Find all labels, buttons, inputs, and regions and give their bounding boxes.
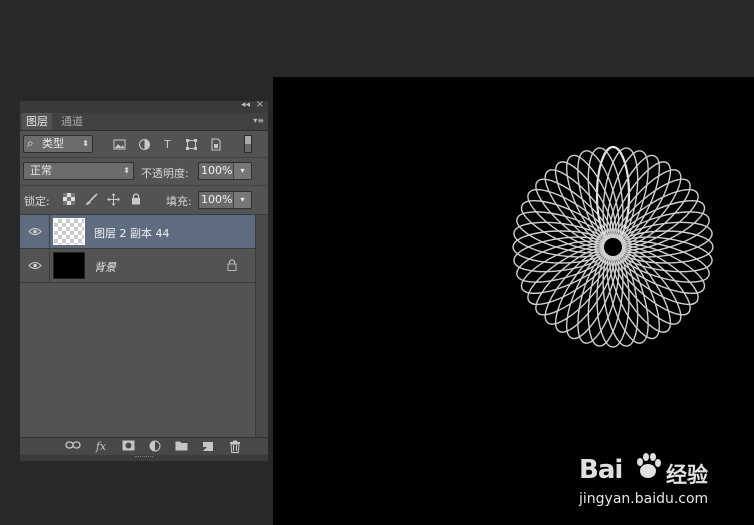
lock-label: 锁定: (24, 195, 50, 208)
chevron-updown-icon: ⬍ (82, 139, 89, 148)
delete-layer-icon[interactable] (227, 440, 243, 454)
watermark-jingyan-text: 经验 (666, 463, 708, 487)
watermark-url: jingyan.baidu.com (579, 491, 709, 507)
adjustment-layer-icon[interactable] (147, 440, 163, 454)
lock-position-icon[interactable] (107, 193, 120, 206)
layer-thumbnail[interactable] (53, 218, 85, 245)
new-layer-icon[interactable] (200, 440, 216, 454)
filter-toggle-switch[interactable] (244, 135, 252, 153)
layer-visibility-toggle[interactable] (20, 249, 50, 282)
fx-icon[interactable]: fx (93, 440, 109, 454)
panel-menu-icon[interactable]: ▾≡ (253, 116, 264, 125)
image-filter-icon[interactable] (113, 138, 126, 151)
filter-kind-label: 类型 (42, 137, 64, 150)
eye-icon (28, 262, 42, 269)
panel-resize-grip[interactable] (20, 455, 268, 461)
panel-titlebar[interactable]: ◂◂ × (20, 99, 268, 113)
baidu-jingyan-watermark: Bai 经验 jingyan.baidu.com (573, 449, 754, 525)
layers-list: 图层 2 副本 44 背景 (20, 215, 255, 437)
layer-name[interactable]: 图层 2 副本 44 (94, 225, 170, 241)
eye-icon (28, 228, 42, 235)
blend-mode-select[interactable]: 正常 ⬍ (23, 162, 134, 180)
type-filter-icon[interactable]: T (161, 138, 174, 151)
opacity-label: 不透明度: (141, 167, 189, 180)
smart-object-filter-icon[interactable] (209, 138, 222, 151)
fill-label: 填充: (166, 195, 192, 208)
opacity-dropdown-icon[interactable]: ▾ (233, 163, 251, 179)
layers-scrollbar[interactable] (255, 215, 268, 437)
blend-mode-value: 正常 (30, 164, 52, 177)
add-mask-icon[interactable] (120, 440, 136, 454)
fill-field[interactable]: 100% ▾ (198, 191, 252, 209)
layer-row[interactable]: 图层 2 副本 44 (20, 215, 255, 249)
blend-row: 正常 ⬍ 不透明度: 100% ▾ (20, 158, 268, 186)
layer-name[interactable]: 背景 (94, 259, 116, 275)
adjustment-filter-icon[interactable] (138, 138, 151, 151)
lock-image-pixels-icon[interactable] (85, 193, 98, 206)
watermark-logo-text: Bai (579, 455, 623, 485)
shape-filter-icon[interactable] (185, 138, 198, 151)
chevron-updown-icon: ⬍ (123, 166, 130, 175)
fill-dropdown-icon[interactable]: ▾ (233, 192, 251, 208)
tab-layers[interactable]: 图层 (22, 113, 52, 130)
new-group-icon[interactable] (173, 440, 189, 454)
layer-row[interactable]: 背景 (20, 249, 255, 283)
filter-kind-select[interactable]: ⌕ 类型 ⬍ (23, 135, 93, 153)
spirograph-artwork (512, 145, 714, 348)
panel-tabs: 图层 通道 ▾≡ (20, 113, 268, 131)
tab-channels[interactable]: 通道 (57, 113, 87, 130)
layer-lock-icon (227, 259, 237, 271)
layers-panel: ◂◂ × 图层 通道 ▾≡ ⌕ 类型 ⬍ T 正常 ⬍ 不透明度: 100% ▾… (19, 99, 269, 462)
lock-row: 锁定: 填充: 100% ▾ (20, 186, 268, 215)
lock-all-icon[interactable] (129, 193, 142, 206)
search-icon: ⌕ (27, 136, 34, 150)
document-canvas[interactable]: Bai 经验 jingyan.baidu.com (273, 77, 754, 525)
baidu-paw-icon (637, 453, 661, 478)
panel-bottom-toolbar: fx (20, 437, 268, 456)
layer-thumbnail[interactable] (53, 252, 85, 279)
close-panel-icon[interactable]: × (256, 99, 264, 110)
link-layers-icon[interactable] (65, 440, 81, 454)
filter-row: ⌕ 类型 ⬍ T (20, 131, 268, 158)
collapse-panel-icon[interactable]: ◂◂ (241, 100, 250, 110)
lock-transparent-pixels-icon[interactable] (62, 193, 75, 206)
layer-visibility-toggle[interactable] (20, 215, 50, 248)
fill-value[interactable]: 100% (201, 193, 232, 206)
opacity-value[interactable]: 100% (201, 164, 232, 177)
opacity-field[interactable]: 100% ▾ (198, 162, 252, 180)
